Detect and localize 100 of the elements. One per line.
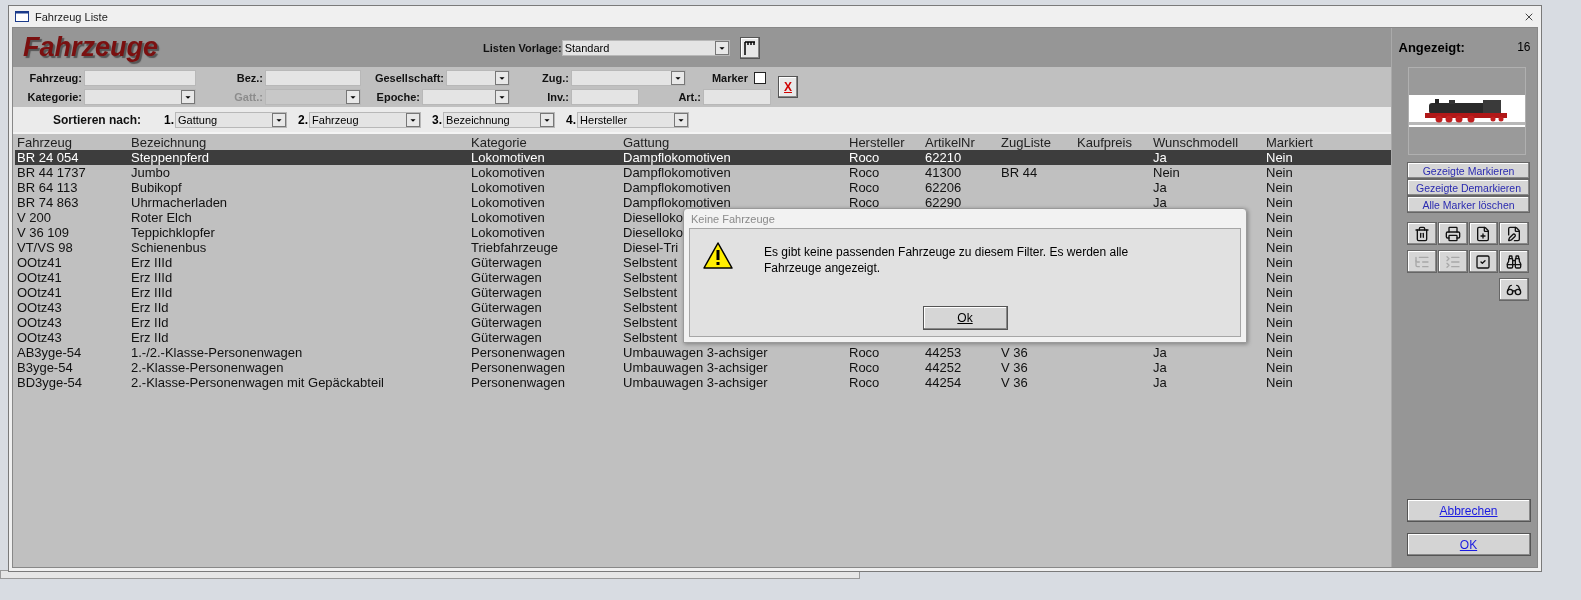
mark-button[interactable]: Gezeigte Markieren bbox=[1407, 162, 1530, 179]
table-cell-text: Umbauwagen 3-achsiger bbox=[622, 345, 768, 360]
column-header[interactable]: Wunschmodell bbox=[1151, 135, 1239, 150]
table-cell-text: 62290 bbox=[924, 195, 962, 210]
table-cell-text: Selbstent bbox=[622, 270, 678, 285]
checkbox[interactable] bbox=[754, 71, 766, 84]
clear-filter-button[interactable]: X bbox=[778, 76, 798, 98]
table-cell-text: Erz IId bbox=[130, 300, 169, 315]
table-cell-text: Selbstent bbox=[622, 255, 678, 270]
column-header[interactable]: Kaufpreis bbox=[1075, 135, 1132, 150]
table-cell-text: Nein bbox=[1265, 330, 1293, 345]
caret-icon bbox=[714, 40, 729, 55]
table-cell-text: Personenwagen bbox=[470, 345, 565, 360]
table-cell-text: V 36 109 bbox=[16, 225, 70, 240]
column-header[interactable]: Markiert bbox=[1264, 135, 1313, 150]
toolbar-button[interactable] bbox=[1468, 222, 1499, 245]
layout-button[interactable] bbox=[739, 36, 760, 59]
ok-button[interactable]: Ok bbox=[922, 306, 1008, 330]
toolbar-button[interactable] bbox=[1499, 222, 1529, 245]
table-cell-text: 1.-/2.-Klasse-Personenwagen bbox=[130, 345, 303, 360]
filter-dropdown[interactable] bbox=[571, 69, 686, 86]
table-cell-text: Güterwagen bbox=[470, 315, 542, 330]
file-plus-icon bbox=[1475, 225, 1492, 242]
filter-dropdown[interactable] bbox=[84, 88, 196, 105]
table-cell-text: Güterwagen bbox=[470, 255, 542, 270]
filter-dropdown[interactable] bbox=[446, 69, 510, 86]
table-cell-text: Triebfahrzeuge bbox=[470, 240, 558, 255]
table-cell-text: Steppenpferd bbox=[130, 150, 210, 165]
toolbar-button[interactable] bbox=[1437, 222, 1468, 245]
table-cell-text: Nein bbox=[1265, 210, 1293, 225]
field-label: Epoche: bbox=[375, 90, 420, 103]
filter-dropdown[interactable] bbox=[422, 88, 510, 105]
table-cell-text: Roco bbox=[848, 165, 880, 180]
mark-button[interactable]: Alle Marker löschen bbox=[1407, 196, 1530, 213]
table-cell-text: Nein bbox=[1152, 165, 1180, 180]
column-header[interactable]: Hersteller bbox=[847, 135, 905, 150]
sort-dropdown[interactable]: Bezeichnung bbox=[443, 111, 556, 128]
caret-icon bbox=[671, 70, 685, 85]
dialog-action-button[interactable]: Abbrechen bbox=[1406, 499, 1531, 522]
mark-button[interactable]: Gezeigte Demarkieren bbox=[1407, 179, 1530, 196]
table-cell-text: OOtz41 bbox=[16, 255, 62, 270]
table-cell-text: Dampflokomotiven bbox=[622, 150, 731, 165]
field-label: Inv.: bbox=[546, 90, 569, 103]
table-cell-text: Umbauwagen 3-achsiger bbox=[622, 375, 768, 390]
text-field[interactable] bbox=[571, 88, 639, 105]
sort-dropdown[interactable]: Hersteller bbox=[577, 111, 690, 128]
column-header[interactable]: Fahrzeug bbox=[15, 135, 72, 150]
list-collapse-icon bbox=[1444, 253, 1461, 270]
field-label: Kategorie: bbox=[26, 90, 82, 103]
table-cell-text: AB3yge-54 bbox=[16, 345, 82, 360]
caret-icon bbox=[495, 70, 509, 85]
caret-icon bbox=[674, 112, 689, 127]
dialog-action-button[interactable]: OK bbox=[1406, 533, 1531, 556]
table-cell-text: Lokomotiven bbox=[470, 180, 545, 195]
toolbar-button[interactable] bbox=[1499, 278, 1529, 301]
table-cell-text: Dampflokomotiven bbox=[622, 165, 731, 180]
frame-icon bbox=[742, 39, 757, 56]
text-field[interactable] bbox=[265, 69, 361, 86]
table-cell-text: Güterwagen bbox=[470, 330, 542, 345]
table-cell-text: Erz IIId bbox=[130, 255, 173, 270]
table-cell-text: Lokomotiven bbox=[470, 225, 545, 240]
table-cell-text: BR 44 bbox=[1000, 165, 1038, 180]
field-label: Bez.: bbox=[235, 71, 263, 84]
sort-dropdown[interactable]: Fahrzeug bbox=[309, 111, 422, 128]
caret-icon bbox=[540, 112, 555, 127]
file-edit-icon bbox=[1506, 225, 1523, 242]
table-cell-text: BR 64 113 bbox=[16, 180, 78, 195]
table-cell-text: Roco bbox=[848, 360, 880, 375]
table-cell-text: Uhrmacherladen bbox=[130, 195, 228, 210]
table-cell-text: Bubikopf bbox=[130, 180, 182, 195]
table-cell-text: Ja bbox=[1152, 150, 1167, 165]
column-header[interactable]: Kategorie bbox=[469, 135, 527, 150]
table-cell-text: OOtz41 bbox=[16, 285, 62, 300]
table-cell-text: 41300 bbox=[924, 165, 962, 180]
table-cell-text: V 36 bbox=[1000, 360, 1028, 375]
column-header[interactable]: Bezeichnung bbox=[129, 135, 207, 150]
column-header[interactable]: Gattung bbox=[621, 135, 670, 150]
toolbar-button[interactable] bbox=[1499, 250, 1529, 273]
table-cell-text: Roco bbox=[848, 375, 880, 390]
column-header[interactable]: ZugListe bbox=[999, 135, 1051, 150]
table-cell-text: OOtz43 bbox=[16, 315, 62, 330]
text-field[interactable] bbox=[84, 69, 196, 86]
table-cell-text: Güterwagen bbox=[470, 270, 542, 285]
count-value: 16 bbox=[1517, 40, 1531, 54]
table-cell-text: Roter Elch bbox=[130, 210, 192, 225]
window-icon bbox=[15, 11, 29, 22]
toolbar-button[interactable] bbox=[1468, 250, 1499, 273]
table-cell-text: Nein bbox=[1265, 345, 1293, 360]
dialog-message: Es gibt keine passenden Fahrzeuge zu diesem Filter. Es werden alle Fahrzeuge angezeigt. bbox=[764, 244, 1130, 276]
table-cell-text: BR 24 054 bbox=[16, 150, 79, 165]
sort-dropdown[interactable]: Gattung bbox=[175, 111, 288, 128]
template-dropdown[interactable]: Standard bbox=[561, 39, 730, 56]
table-cell-text: V 36 bbox=[1000, 375, 1028, 390]
page-title: Fahrzeuge bbox=[23, 32, 160, 63]
column-header[interactable]: ArtikelNr bbox=[923, 135, 975, 150]
table-cell-text: Erz IIId bbox=[130, 270, 173, 285]
checkbox-icon bbox=[1475, 253, 1492, 270]
toolbar-button[interactable] bbox=[1407, 222, 1437, 245]
table-cell-text: Dieselloko bbox=[622, 210, 683, 225]
text-field[interactable] bbox=[703, 88, 771, 105]
